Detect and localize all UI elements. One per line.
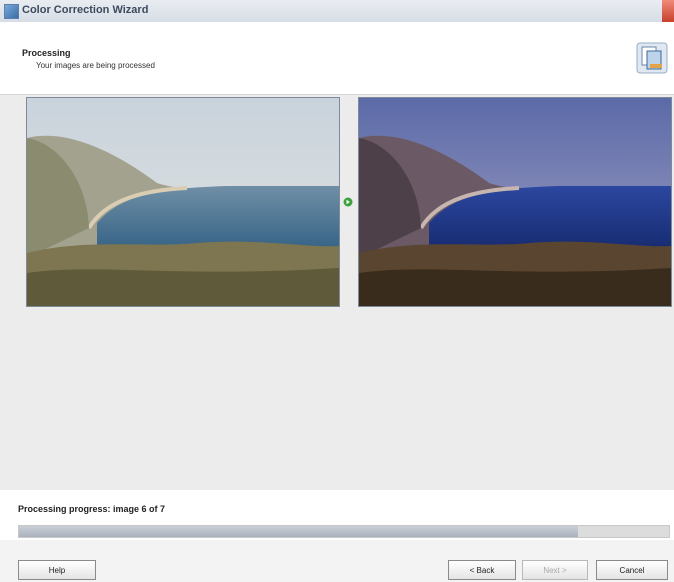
title-bar: Color Correction Wizard bbox=[0, 0, 674, 23]
next-button[interactable]: Next > bbox=[522, 560, 588, 580]
help-button[interactable]: Help bbox=[18, 560, 96, 580]
original-image bbox=[26, 97, 340, 307]
step-title: Processing bbox=[22, 48, 71, 58]
app-icon bbox=[4, 4, 19, 19]
back-button[interactable]: < Back bbox=[448, 560, 516, 580]
arrow-right-icon bbox=[343, 197, 353, 207]
close-button[interactable] bbox=[662, 0, 674, 22]
progress-text: Processing progress: image 6 of 7 bbox=[18, 504, 166, 514]
corrected-image bbox=[358, 97, 672, 307]
wizard-header: Processing Your images are being process… bbox=[0, 22, 674, 95]
window-title: Color Correction Wizard bbox=[22, 4, 149, 16]
color-wizard-icon bbox=[636, 42, 668, 74]
progress-bar bbox=[18, 525, 670, 538]
step-subtitle: Your images are being processed bbox=[36, 61, 155, 70]
progress-bar-fill bbox=[19, 526, 578, 537]
cancel-button[interactable]: Cancel bbox=[596, 560, 668, 580]
